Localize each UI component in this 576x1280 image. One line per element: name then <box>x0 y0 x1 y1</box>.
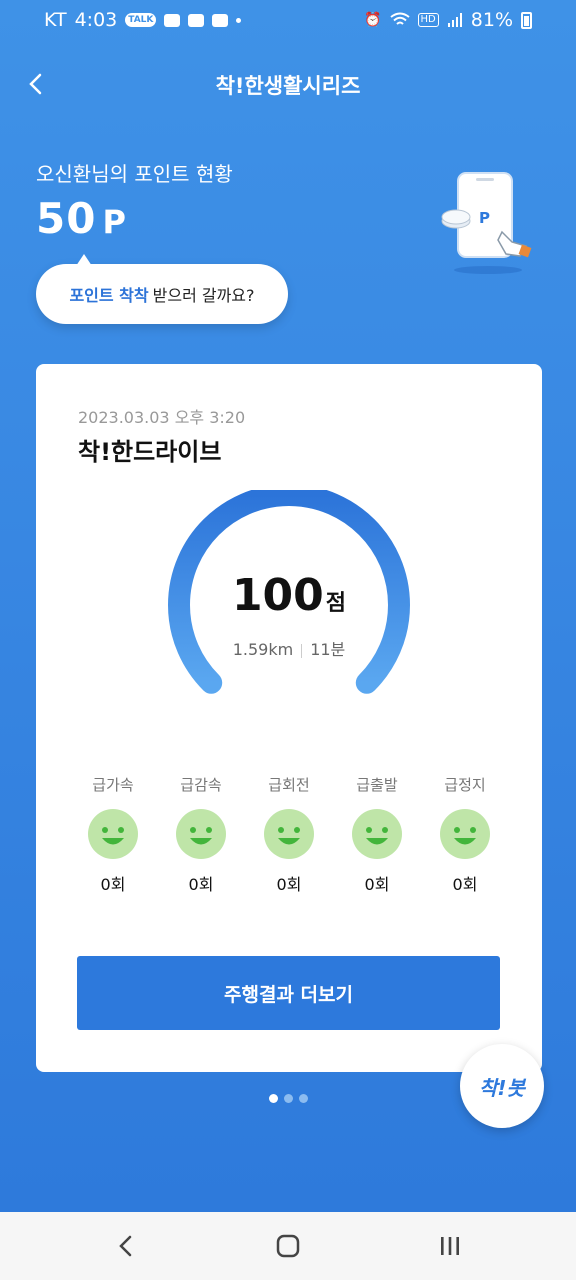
metric-item: 급가속 0회 <box>78 774 148 895</box>
metric-item: 급회전 0회 <box>254 774 324 895</box>
smile-icon <box>176 809 226 859</box>
drive-distance: 1.59km <box>232 640 294 659</box>
metric-item: 급출발 0회 <box>342 774 412 895</box>
points-number: 50 <box>36 194 97 243</box>
metric-count: 0회 <box>100 875 126 894</box>
metric-label: 급회전 <box>268 776 310 794</box>
message-icon <box>164 13 181 27</box>
metric-count: 0회 <box>364 875 390 894</box>
bubble-highlight: 포인트 착착 <box>69 286 149 305</box>
metric-label: 급정지 <box>444 776 486 794</box>
page-dot[interactable] <box>283 1094 293 1103</box>
page-title: 착!한생활시리즈 <box>215 74 361 98</box>
metric-count: 0회 <box>188 875 214 894</box>
score: 100점 <box>36 570 542 621</box>
bubble-text: 받으러 갈까요? <box>152 286 255 305</box>
drive-stats: 1.59km 11분 <box>36 636 542 660</box>
alarm-icon: ⏰ <box>364 12 382 28</box>
status-bar: KT 4:03 TALK ⏰ HD 81% <box>0 0 576 44</box>
metric-count: 0회 <box>276 875 302 894</box>
battery-icon <box>521 11 532 29</box>
drive-date: 2023.03.03 오후 3:20 <box>78 408 246 427</box>
smile-icon <box>440 809 490 859</box>
more-notifications-icon <box>236 17 242 23</box>
phone-points-illustration: P <box>441 172 532 274</box>
app-header: 착!한생활시리즈 <box>0 60 576 106</box>
battery-percent: 81% <box>470 9 513 31</box>
points-label: 오신환님의 포인트 현황 <box>36 162 233 186</box>
points-value: 50 P <box>36 194 127 243</box>
signal-icon <box>447 13 462 27</box>
metrics-row: 급가속 0회 급감속 0회 급회전 0회 급출발 0회 급정지 0회 <box>78 774 500 895</box>
illustration-p-letter: P <box>479 209 490 227</box>
score-number: 100 <box>231 570 324 621</box>
hd-voice-icon: HD <box>417 13 439 27</box>
carrier-label: KT <box>44 9 67 31</box>
points-unit: P <box>102 203 127 241</box>
score-unit: 점 <box>325 591 347 616</box>
chatbot-button[interactable]: 착!봇 <box>460 1044 544 1128</box>
kakaotalk-icon: TALK <box>125 13 157 27</box>
metric-item: 급감속 0회 <box>166 774 236 895</box>
chat-icon <box>188 13 205 27</box>
home-icon[interactable] <box>274 1232 302 1260</box>
clock: 4:03 <box>74 9 118 31</box>
smile-icon <box>264 809 314 859</box>
more-results-button[interactable]: 주행결과 더보기 <box>77 956 500 1030</box>
metric-label: 급가속 <box>92 776 134 794</box>
wifi-icon <box>389 12 410 25</box>
metric-label: 급감속 <box>180 776 222 794</box>
metric-count: 0회 <box>452 875 478 894</box>
chat-icon <box>212 13 229 27</box>
metric-item: 급정지 0회 <box>430 774 500 895</box>
drive-result-card: 2023.03.03 오후 3:20 착!한드라이브 100점 1.59km 11… <box>36 364 542 1072</box>
card-title: 착!한드라이브 <box>78 438 222 466</box>
back-icon[interactable] <box>112 1232 140 1260</box>
recents-icon[interactable] <box>436 1232 464 1260</box>
system-nav-bar <box>0 1212 576 1280</box>
metric-label: 급출발 <box>356 776 398 794</box>
stats-divider <box>301 643 303 658</box>
page-dot-active[interactable] <box>268 1094 278 1103</box>
smile-icon <box>352 809 402 859</box>
smile-icon <box>88 809 138 859</box>
drive-duration: 11분 <box>310 640 346 659</box>
points-prompt-bubble[interactable]: 포인트 착착 받으러 갈까요? <box>36 254 288 324</box>
page-dot[interactable] <box>298 1094 308 1103</box>
